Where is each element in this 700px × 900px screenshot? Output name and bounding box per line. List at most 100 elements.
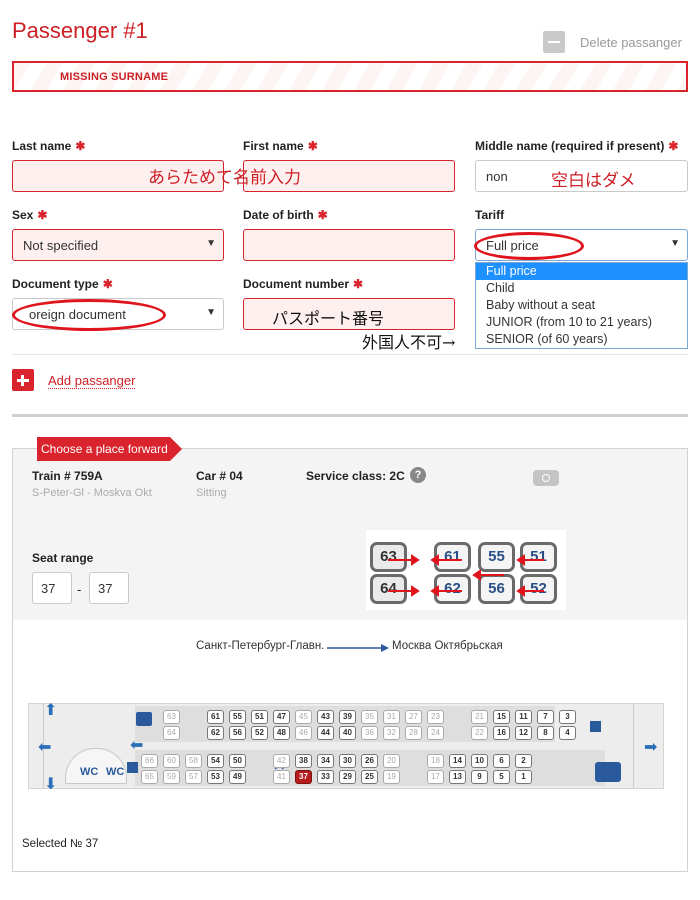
seat-37[interactable]: 37 xyxy=(295,770,312,784)
seat-25[interactable]: 25 xyxy=(361,770,378,784)
seat-40[interactable]: 40 xyxy=(339,726,356,740)
seat-range-to[interactable]: 37 xyxy=(89,572,129,604)
seat-28[interactable]: 28 xyxy=(405,726,422,740)
seat-6[interactable]: 6 xyxy=(493,754,510,768)
seat-5[interactable]: 5 xyxy=(493,770,510,784)
seat-66[interactable]: 66 xyxy=(141,754,158,768)
route-to: Москва Октябрьская xyxy=(392,640,503,652)
seat-2[interactable]: 2 xyxy=(515,754,532,768)
seat-55[interactable]: 55 xyxy=(229,710,246,724)
seat-1[interactable]: 1 xyxy=(515,770,532,784)
tariff-option[interactable]: SENIOR (of 60 years) xyxy=(476,331,687,348)
seat-45[interactable]: 45 xyxy=(295,710,312,724)
seat-23[interactable]: 23 xyxy=(427,710,444,724)
delete-passenger-link[interactable]: Delete passanger xyxy=(580,35,682,50)
seat-62[interactable]: 62 xyxy=(207,726,224,740)
seat-26[interactable]: 26 xyxy=(361,754,378,768)
seat-60[interactable]: 60 xyxy=(163,754,180,768)
sex-label: Sex ✱ xyxy=(12,208,48,222)
seat-29[interactable]: 29 xyxy=(339,770,356,784)
first-name-label: First name ✱ xyxy=(243,139,318,153)
seat-58[interactable]: 58 xyxy=(185,754,202,768)
seat-59[interactable]: 59 xyxy=(163,770,180,784)
seat-27[interactable]: 27 xyxy=(405,710,422,724)
seat-56[interactable]: 56 xyxy=(229,726,246,740)
seat-43[interactable]: 43 xyxy=(317,710,334,724)
seat-46[interactable]: 46 xyxy=(295,726,312,740)
seat-44[interactable]: 44 xyxy=(317,726,334,740)
divider xyxy=(12,354,688,355)
seat-7[interactable]: 7 xyxy=(537,710,554,724)
doc-number-label: Document number ✱ xyxy=(243,277,364,291)
seat-47[interactable]: 47 xyxy=(273,710,290,724)
tariff-option[interactable]: Child xyxy=(476,280,687,297)
arrow-up-icon: ⬆ xyxy=(44,702,58,719)
add-passenger-icon[interactable] xyxy=(12,369,34,391)
seat-65[interactable]: 65 xyxy=(141,770,158,784)
seat-3[interactable]: 3 xyxy=(559,710,576,724)
seat-12[interactable]: 12 xyxy=(515,726,532,740)
arrow-right-icon: ➡ xyxy=(644,739,658,756)
seat-35[interactable]: 35 xyxy=(361,710,378,724)
chevron-down-icon: ▼ xyxy=(206,307,216,318)
seat-15[interactable]: 15 xyxy=(493,710,510,724)
annotation-passport: パスポート番号 xyxy=(272,309,385,328)
seat-16[interactable]: 16 xyxy=(493,726,510,740)
sex-select[interactable]: Not specified ▼ xyxy=(12,229,224,261)
seat-21[interactable]: 21 xyxy=(471,710,488,724)
seat-52[interactable]: 52 xyxy=(251,726,268,740)
seat-48[interactable]: 48 xyxy=(273,726,290,740)
seat-34[interactable]: 34 xyxy=(317,754,334,768)
seat-24[interactable]: 24 xyxy=(427,726,444,740)
seat-33[interactable]: 33 xyxy=(317,770,334,784)
seat-39[interactable]: 39 xyxy=(339,710,356,724)
seat-36[interactable]: 36 xyxy=(361,726,378,740)
tariff-dropdown[interactable]: Full price Child Baby without a seat JUN… xyxy=(475,262,688,349)
seat-10[interactable]: 10 xyxy=(471,754,488,768)
tariff-option[interactable]: JUNIOR (from 10 to 21 years) xyxy=(476,314,687,331)
doc-type-label: Document type ✱ xyxy=(12,277,113,291)
seat-13[interactable]: 13 xyxy=(449,770,466,784)
range-separator: - xyxy=(77,582,82,597)
tariff-option[interactable]: Baby without a seat xyxy=(476,297,687,314)
dob-label: Date of birth ✱ xyxy=(243,208,328,222)
seat-49[interactable]: 49 xyxy=(229,770,246,784)
seat-38[interactable]: 38 xyxy=(295,754,312,768)
add-passenger-link[interactable]: Add passanger xyxy=(48,373,136,389)
seat-41[interactable]: 41 xyxy=(273,770,290,784)
sex-value: Not specified xyxy=(23,238,99,253)
seat-14[interactable]: 14 xyxy=(449,754,466,768)
help-icon[interactable]: ? xyxy=(410,467,426,483)
seat-4[interactable]: 4 xyxy=(559,726,576,740)
annotation-name-again: あらためて名前入力 xyxy=(148,168,301,188)
delete-passenger-icon[interactable] xyxy=(543,31,565,53)
seat-32[interactable]: 32 xyxy=(383,726,400,740)
seat-63[interactable]: 63 xyxy=(163,710,180,724)
seat-53[interactable]: 53 xyxy=(207,770,224,784)
seat-54[interactable]: 54 xyxy=(207,754,224,768)
seat-19[interactable]: 19 xyxy=(383,770,400,784)
seat-31[interactable]: 31 xyxy=(383,710,400,724)
seat-8[interactable]: 8 xyxy=(537,726,554,740)
wc-label: WC xyxy=(106,766,125,778)
seat-20[interactable]: 20 xyxy=(383,754,400,768)
seat-18[interactable]: 18 xyxy=(427,754,444,768)
chevron-down-icon: ▼ xyxy=(206,238,216,249)
seat-22[interactable]: 22 xyxy=(471,726,488,740)
seat-57[interactable]: 57 xyxy=(185,770,202,784)
seat-30[interactable]: 30 xyxy=(339,754,356,768)
seat-61[interactable]: 61 xyxy=(207,710,224,724)
seat-17[interactable]: 17 xyxy=(427,770,444,784)
seat-50[interactable]: 50 xyxy=(229,754,246,768)
tariff-option[interactable]: Full price xyxy=(476,263,687,280)
annotation-blank-bad: 空白はダメ xyxy=(551,171,636,191)
seat-9[interactable]: 9 xyxy=(471,770,488,784)
seat-11[interactable]: 11 xyxy=(515,710,532,724)
seat-range-from[interactable]: 37 xyxy=(32,572,72,604)
seat-64[interactable]: 64 xyxy=(163,726,180,740)
route-from: Санкт-Петербург-Главн. xyxy=(196,640,325,652)
seat-42[interactable]: 42 xyxy=(273,754,290,768)
camera-icon[interactable] xyxy=(533,470,559,486)
dob-input[interactable] xyxy=(243,229,455,261)
seat-51[interactable]: 51 xyxy=(251,710,268,724)
